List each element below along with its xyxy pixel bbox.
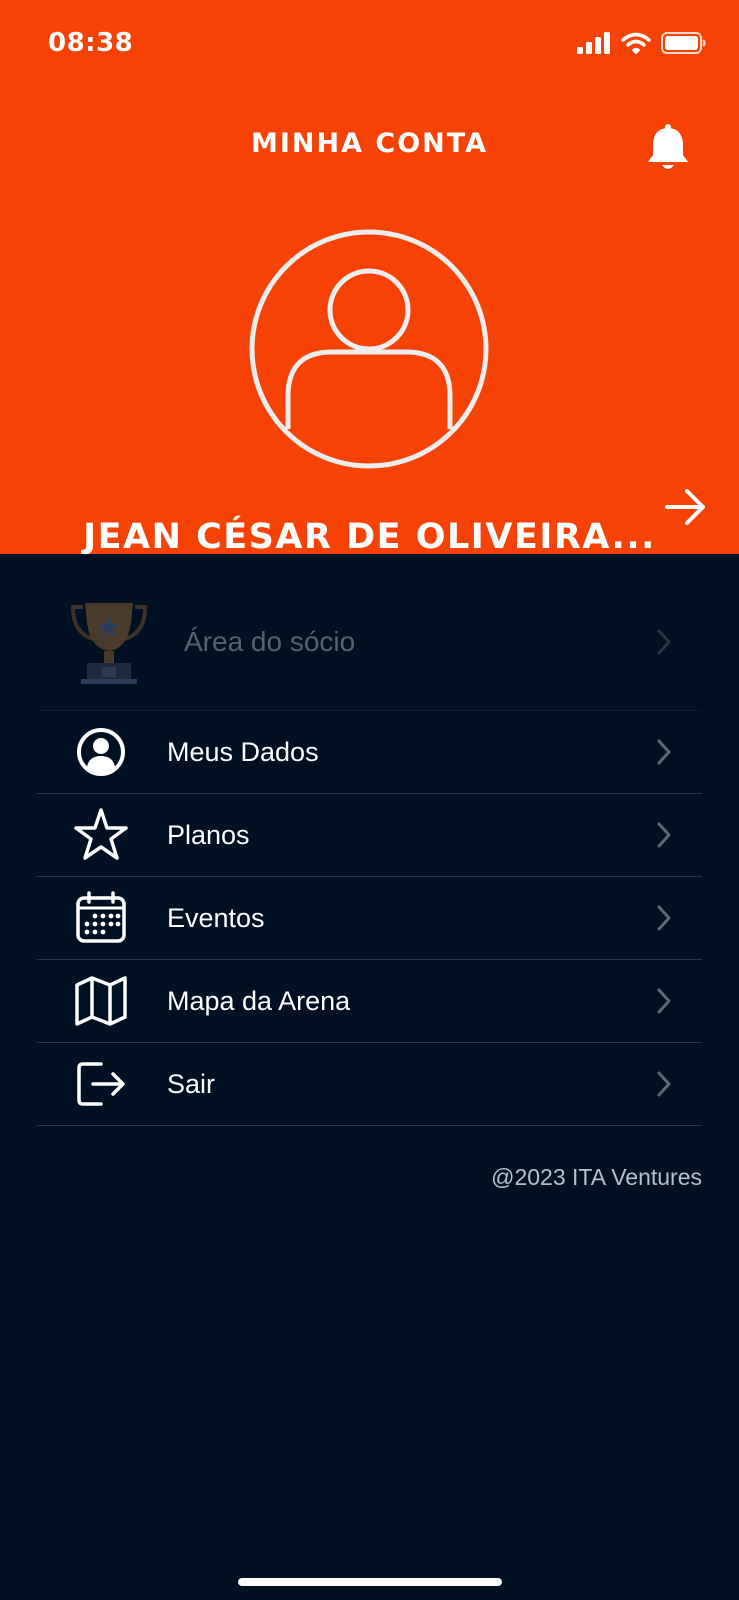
menu-item-label: Meus Dados bbox=[167, 736, 319, 767]
menu-item-label: Planos bbox=[167, 819, 250, 850]
copyright-text: @2023 ITA Ventures bbox=[491, 1164, 702, 1190]
account-menu: Área do sócio Meus Dados Planos Eventos … bbox=[37, 574, 702, 1126]
signal-icon bbox=[577, 32, 610, 54]
menu-item-label: Sair bbox=[167, 1068, 216, 1099]
arrow-right-icon[interactable] bbox=[663, 484, 709, 530]
chevron-right-icon bbox=[657, 739, 671, 765]
menu-item-planos[interactable]: Planos bbox=[37, 794, 702, 877]
home-indicator[interactable] bbox=[238, 1578, 502, 1586]
chevron-right-icon bbox=[657, 905, 671, 931]
notification-bell-icon[interactable] bbox=[645, 124, 691, 174]
menu-item-meus-dados[interactable]: Meus Dados bbox=[37, 711, 702, 794]
status-time: 08:38 bbox=[48, 28, 134, 58]
user-circle-icon bbox=[77, 728, 125, 776]
wifi-icon bbox=[621, 32, 651, 54]
user-name: JEAN CÉSAR DE OLIVEIRA... bbox=[83, 517, 656, 554]
chevron-right-icon bbox=[657, 629, 671, 655]
menu-item-label: Área do sócio bbox=[184, 626, 356, 657]
map-icon bbox=[75, 976, 127, 1026]
chevron-right-icon bbox=[657, 1071, 671, 1097]
star-icon bbox=[74, 808, 128, 860]
battery-icon bbox=[661, 32, 706, 54]
avatar[interactable] bbox=[248, 228, 490, 470]
menu-item-label: Mapa da Arena bbox=[167, 985, 351, 1016]
menu-item-label: Eventos bbox=[167, 902, 265, 933]
menu-item-sair[interactable]: Sair bbox=[37, 1043, 702, 1126]
menu-item-eventos[interactable]: Eventos bbox=[37, 877, 702, 960]
page-title: MINHA CONTA bbox=[251, 128, 488, 159]
chevron-right-icon bbox=[657, 822, 671, 848]
calendar-icon bbox=[76, 891, 126, 943]
trophy-icon bbox=[71, 603, 147, 684]
menu-item-mapa-da-arena[interactable]: Mapa da Arena bbox=[37, 960, 702, 1043]
logout-icon bbox=[77, 1062, 125, 1106]
status-icons bbox=[577, 32, 707, 54]
menu-item-area-do-socio[interactable]: Área do sócio bbox=[37, 574, 702, 711]
chevron-right-icon bbox=[657, 988, 671, 1014]
profile-header: 08:38 MINHA CONTA JEAN CÉSAR DE OLIVEIRA… bbox=[0, 0, 739, 554]
